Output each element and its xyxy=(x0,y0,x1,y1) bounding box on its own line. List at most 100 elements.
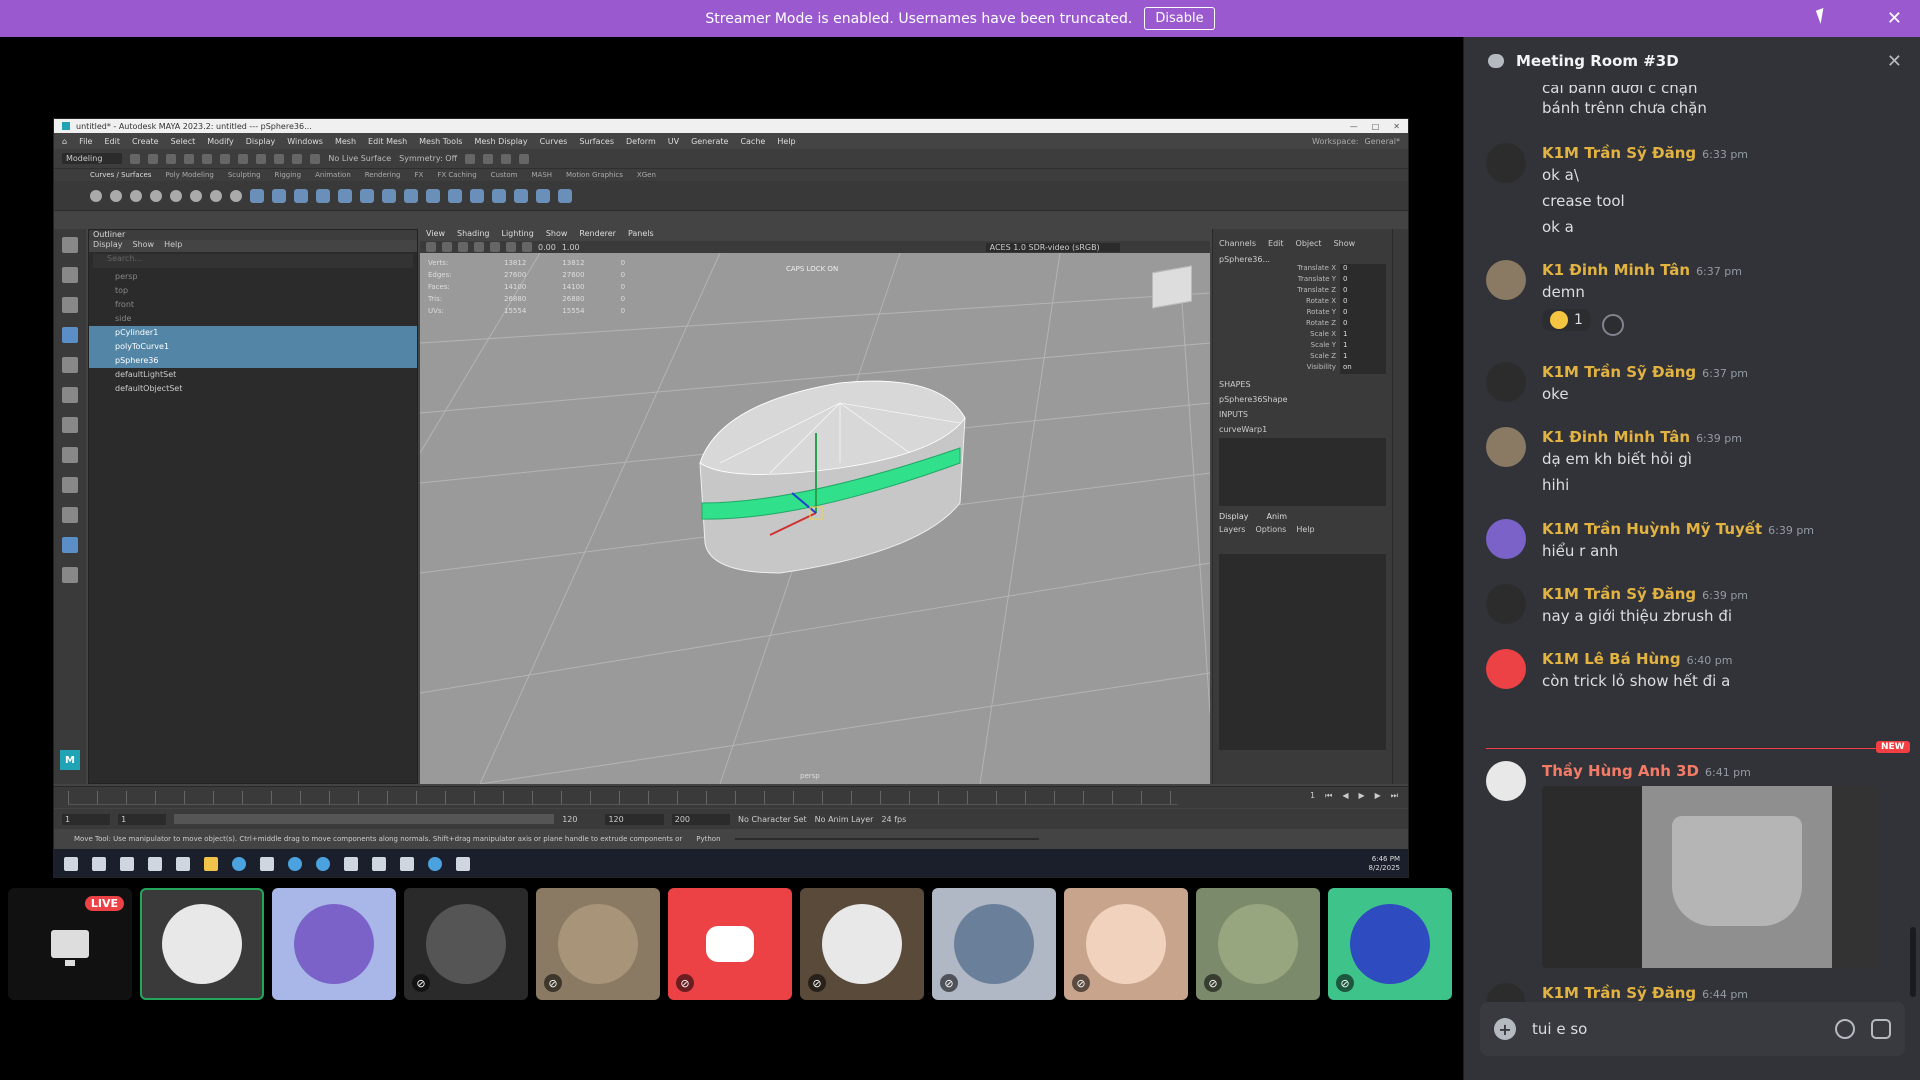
message-author[interactable]: Thầy Hùng Anh 3D xyxy=(1542,762,1699,780)
menu-edit[interactable]: Edit xyxy=(104,137,120,146)
layer-menu-layers[interactable]: Layers xyxy=(1219,525,1245,534)
viewport-menu-show[interactable]: Show xyxy=(546,229,568,241)
select-tool-icon[interactable] xyxy=(62,237,78,253)
rotate-tool-icon[interactable] xyxy=(62,357,78,373)
participant-tile[interactable]: ⊘ xyxy=(1064,888,1188,1000)
bezier-curve-icon[interactable] xyxy=(210,189,222,202)
outliner-menu-display[interactable]: Display xyxy=(93,240,123,252)
redo-icon[interactable] xyxy=(202,153,213,164)
snap-grid-icon[interactable] xyxy=(274,153,285,164)
anim-layer[interactable]: No Anim Layer xyxy=(815,815,874,824)
lasso-tool-icon[interactable] xyxy=(62,267,78,283)
menu-mesh-display[interactable]: Mesh Display xyxy=(474,137,527,146)
shelf-tab-custom[interactable]: Custom xyxy=(491,171,518,179)
lights-icon[interactable] xyxy=(506,242,516,252)
four-view-icon[interactable] xyxy=(62,477,78,493)
menu-deform[interactable]: Deform xyxy=(626,137,656,146)
chrome-icon[interactable] xyxy=(232,857,246,871)
render-icon[interactable] xyxy=(465,153,476,164)
menu-surfaces[interactable]: Surfaces xyxy=(579,137,614,146)
menu-mesh-tools[interactable]: Mesh Tools xyxy=(419,137,462,146)
shaded-icon[interactable] xyxy=(474,242,484,252)
loft-icon[interactable] xyxy=(230,189,242,202)
task-view-icon[interactable] xyxy=(148,857,162,871)
close-chat-icon[interactable]: ✕ xyxy=(1887,51,1902,72)
go-to-end-icon[interactable]: ⏭ xyxy=(1391,791,1398,801)
symmetry-label[interactable]: Symmetry: Off xyxy=(399,154,457,163)
poly-cone-icon[interactable] xyxy=(316,188,330,203)
shelf-tab-mash[interactable]: MASH xyxy=(532,171,553,179)
smooth-icon[interactable] xyxy=(492,188,506,203)
maximize-icon[interactable]: □ xyxy=(1372,122,1380,131)
outliner-row[interactable]: polyToCurve1 xyxy=(89,340,417,354)
multi-cut-icon[interactable] xyxy=(514,188,528,203)
xray-icon[interactable] xyxy=(522,242,532,252)
viewport-menu-panels[interactable]: Panels xyxy=(628,229,654,241)
shelf-tab-fx[interactable]: FX xyxy=(415,171,424,179)
avatar[interactable] xyxy=(1486,649,1526,689)
channel-value[interactable]: 0 xyxy=(1340,264,1386,275)
message-author[interactable]: K1M Trần Sỹ Đăng xyxy=(1542,363,1696,381)
disable-streamer-mode-button[interactable]: Disable xyxy=(1144,7,1215,30)
layer-menu-options[interactable]: Options xyxy=(1255,525,1286,534)
outliner-row[interactable]: side xyxy=(89,312,417,326)
file-explorer-icon[interactable] xyxy=(204,857,218,871)
step-back-icon[interactable]: ◀ xyxy=(1342,791,1348,801)
channel-menu-channels[interactable]: Channels xyxy=(1219,239,1256,251)
message-author[interactable]: K1M Trần Sỹ Đăng xyxy=(1542,144,1696,162)
channel-value[interactable]: 0 xyxy=(1340,319,1386,330)
workspace-value[interactable]: General* xyxy=(1364,137,1400,146)
menu-modify[interactable]: Modify xyxy=(207,137,234,146)
image-attachment[interactable] xyxy=(1542,786,1878,968)
channel-menu-edit[interactable]: Edit xyxy=(1268,239,1284,251)
app-icon[interactable] xyxy=(176,857,190,871)
avatar[interactable] xyxy=(1486,761,1526,801)
windows-start-icon[interactable] xyxy=(64,857,78,871)
side-tab-strip[interactable] xyxy=(1392,229,1408,784)
ipr-render-icon[interactable] xyxy=(483,153,494,164)
message-author[interactable]: K1 Đinh Minh Tân xyxy=(1542,428,1690,446)
menu-uv[interactable]: UV xyxy=(668,137,679,146)
new-scene-icon[interactable] xyxy=(130,153,141,164)
outliner-row[interactable]: front xyxy=(89,298,417,312)
end-frame-field[interactable]: 200 xyxy=(671,813,731,825)
avatar[interactable] xyxy=(1486,143,1526,183)
participant-tile[interactable]: ⊘ xyxy=(1196,888,1320,1000)
nurbs-circle-icon[interactable] xyxy=(90,189,102,202)
zoom-icon[interactable] xyxy=(62,567,78,583)
select-hierarchy-icon[interactable] xyxy=(220,153,231,164)
message-author[interactable]: K1M Trần Sỹ Đăng xyxy=(1542,984,1696,1002)
participant-tile[interactable]: ⊘ xyxy=(668,888,792,1000)
render-settings-icon[interactable] xyxy=(501,153,512,164)
message-input[interactable] xyxy=(1532,1020,1819,1038)
channel-value[interactable]: 1 xyxy=(1340,352,1386,363)
channel-menu-object[interactable]: Object xyxy=(1296,239,1322,251)
app-icon[interactable] xyxy=(260,857,274,871)
combine-icon[interactable] xyxy=(448,188,462,203)
channel-value[interactable]: 1 xyxy=(1340,341,1386,352)
outliner-menu-help[interactable]: Help xyxy=(164,240,182,252)
range-slider-bar[interactable] xyxy=(174,814,555,824)
poly-cube-icon[interactable] xyxy=(272,188,286,203)
bridge-icon[interactable] xyxy=(426,188,440,203)
open-scene-icon[interactable] xyxy=(148,153,159,164)
nurbs-square-icon[interactable] xyxy=(110,189,122,202)
outliner-search-input[interactable]: Search... xyxy=(93,254,413,268)
outliner-row[interactable]: persp xyxy=(89,270,417,284)
scale-tool-icon[interactable] xyxy=(62,387,78,403)
participant-tile[interactable] xyxy=(272,888,396,1000)
menu-windows[interactable]: Windows xyxy=(287,137,323,146)
close-icon[interactable]: ✕ xyxy=(1887,8,1902,29)
poly-cylinder-icon[interactable] xyxy=(294,188,308,203)
menu-curves[interactable]: Curves xyxy=(540,137,568,146)
channel-value[interactable]: 0 xyxy=(1340,286,1386,297)
menu-generate[interactable]: Generate xyxy=(691,137,728,146)
outliner-row[interactable]: pSphere36 xyxy=(89,354,417,368)
workspace-selector[interactable]: Workspace: General* xyxy=(1312,137,1400,146)
menu-display[interactable]: Display xyxy=(246,137,276,146)
grid-toggle-icon[interactable] xyxy=(442,242,452,252)
menu-cache[interactable]: Cache xyxy=(740,137,765,146)
viewcube-icon[interactable] xyxy=(1152,265,1192,309)
message-author[interactable]: K1M Trần Sỹ Đăng xyxy=(1542,585,1696,603)
channel-value[interactable]: 0 xyxy=(1340,297,1386,308)
